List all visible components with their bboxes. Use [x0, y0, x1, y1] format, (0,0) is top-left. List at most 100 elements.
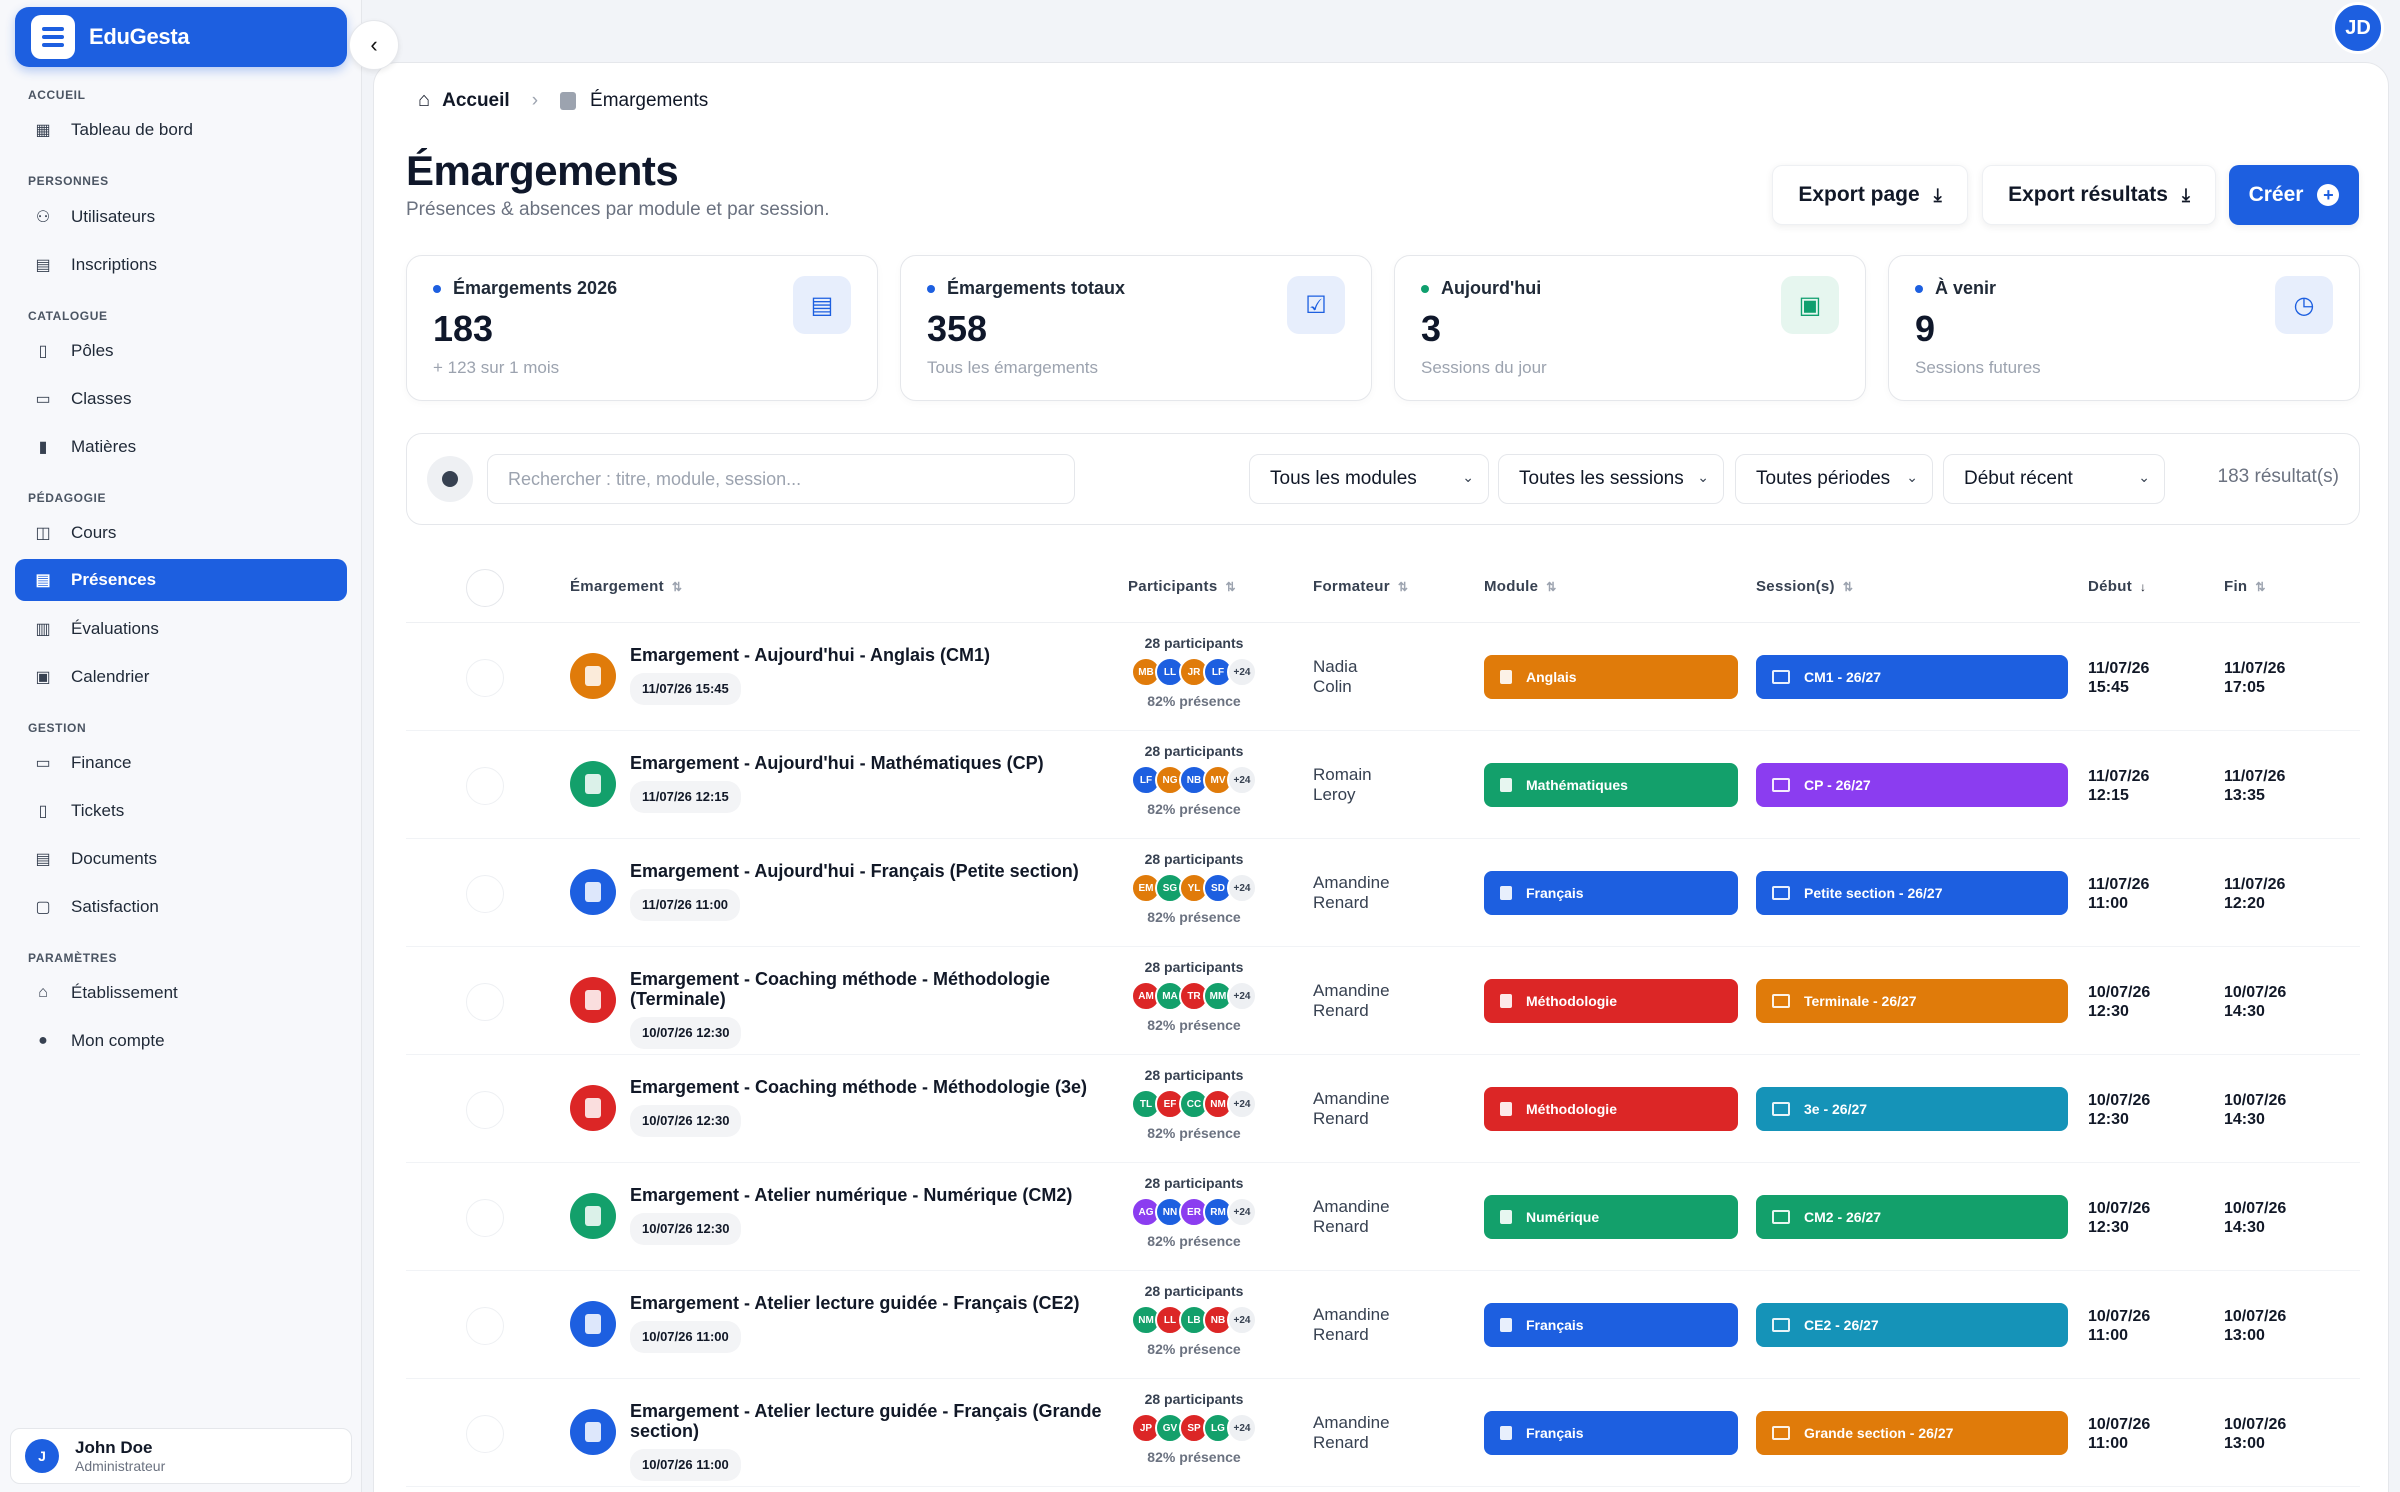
- sidebar-item-etablissement[interactable]: ⌂ Établissement: [15, 972, 347, 1014]
- create-button[interactable]: Créer +: [2229, 165, 2359, 225]
- clipboard-icon: ▤: [35, 572, 51, 589]
- board-icon: [1772, 778, 1790, 792]
- col-module[interactable]: Module ⇅: [1484, 578, 1557, 595]
- col-emargement[interactable]: Émargement ⇅: [570, 578, 682, 595]
- sidebar-item-tickets[interactable]: ▯ Tickets: [15, 790, 347, 832]
- emargement-title[interactable]: Emargement - Aujourd'hui - Anglais (CM1)…: [630, 645, 1110, 705]
- emargement-title[interactable]: Emargement - Coaching méthode - Méthodol…: [630, 1077, 1110, 1137]
- status-dot: [1421, 284, 1429, 293]
- module-chip[interactable]: Anglais: [1484, 655, 1738, 699]
- row-checkbox[interactable]: [466, 1415, 504, 1453]
- session-chip[interactable]: Grande section - 26/27: [1756, 1411, 2068, 1455]
- sidebar-item-finance[interactable]: ▭ Finance: [15, 742, 347, 784]
- table-row[interactable]: Emargement - Aujourd'hui - Anglais (CM1)…: [406, 623, 2360, 731]
- table-row[interactable]: Emargement - Coaching méthode - Méthodol…: [406, 947, 2360, 1055]
- clipboard-icon: [570, 1409, 616, 1455]
- clipboard-icon: [570, 1085, 616, 1131]
- sidebar-item-cours[interactable]: ◫ Cours: [15, 512, 347, 554]
- collapse-sidebar-button[interactable]: ‹: [349, 20, 399, 70]
- nav-section-personnes: PERSONNES: [28, 174, 109, 188]
- table-row[interactable]: Emargement - Aujourd'hui - Mathématiques…: [406, 731, 2360, 839]
- col-fin[interactable]: Fin ⇅: [2224, 578, 2266, 595]
- emargement-title[interactable]: Emargement - Atelier lecture guidée - Fr…: [630, 1293, 1110, 1353]
- sidebar-item-presences[interactable]: ▤ Présences: [15, 559, 347, 601]
- nav-section-parametres: PARAMÈTRES: [28, 951, 118, 965]
- sidebar-item-evaluations[interactable]: ▥ Évaluations: [15, 608, 347, 650]
- emargement-title[interactable]: Emargement - Aujourd'hui - Mathématiques…: [630, 753, 1110, 813]
- sidebar-item-poles[interactable]: ▯ Pôles: [15, 330, 347, 372]
- col-participants[interactable]: Participants ⇅: [1128, 578, 1236, 595]
- current-user-card[interactable]: J John Doe Administrateur: [10, 1428, 352, 1484]
- sort-icon: ⇅: [1842, 580, 1854, 594]
- module-chip[interactable]: Français: [1484, 1303, 1738, 1347]
- module-chip[interactable]: Français: [1484, 871, 1738, 915]
- search-input[interactable]: [487, 454, 1075, 504]
- emargement-date-badge: 10/07/26 12:30: [630, 1105, 742, 1137]
- module-chip[interactable]: Méthodologie: [1484, 979, 1738, 1023]
- emargement-title[interactable]: Emargement - Aujourd'hui - Français (Pet…: [630, 861, 1110, 921]
- presence-rate: 82% présence: [1147, 1017, 1241, 1033]
- sidebar-item-documents[interactable]: ▤ Documents: [15, 838, 347, 880]
- session-chip[interactable]: CM2 - 26/27: [1756, 1195, 2068, 1239]
- export-page-button[interactable]: Export page ⤓: [1772, 165, 1968, 225]
- sidebar-item-satisfaction[interactable]: ▢ Satisfaction: [15, 886, 347, 928]
- sidebar-item-utilisateurs[interactable]: ⚇ Utilisateurs: [15, 196, 347, 238]
- row-checkbox[interactable]: [466, 983, 504, 1021]
- row-checkbox[interactable]: [466, 1307, 504, 1345]
- avatar-group: JP GV SP LG +24: [1124, 1413, 1264, 1443]
- session-chip[interactable]: CE2 - 26/27: [1756, 1303, 2068, 1347]
- col-debut[interactable]: Début ↓: [2088, 578, 2146, 595]
- session-chip[interactable]: Petite section - 26/27: [1756, 871, 2068, 915]
- sidebar-item-matieres[interactable]: ▮ Matières: [15, 426, 347, 468]
- filter-toggle-button[interactable]: [427, 456, 473, 502]
- table-row[interactable]: Emargement - Aujourd'hui - Français (Pet…: [406, 839, 2360, 947]
- sort-select[interactable]: Début récent ⌄: [1943, 454, 2165, 504]
- sidebar-item-mon-compte[interactable]: ● Mon compte: [15, 1020, 347, 1062]
- row-checkbox[interactable]: [466, 875, 504, 913]
- filter-bar: Tous les modules⌄ Toutes les sessions⌄ T…: [406, 433, 2360, 525]
- table-row[interactable]: Emargement - Atelier lecture guidée - Fr…: [406, 1379, 2360, 1487]
- checklist-icon: ☑: [1287, 276, 1345, 334]
- table-row[interactable]: Emargement - Atelier lecture guidée - Fr…: [406, 1271, 2360, 1379]
- session-chip[interactable]: 3e - 26/27: [1756, 1087, 2068, 1131]
- profile-avatar[interactable]: JD: [2332, 2, 2384, 54]
- module-chip[interactable]: Numérique: [1484, 1195, 1738, 1239]
- export-results-button[interactable]: Export résultats ⤓: [1982, 165, 2216, 225]
- breadcrumb-home[interactable]: Accueil: [442, 90, 510, 112]
- brand-logo-button[interactable]: EduGesta: [15, 7, 347, 67]
- chevron-right-icon: ›: [531, 89, 539, 111]
- module-select[interactable]: Tous les modules ⌄: [1249, 454, 1489, 504]
- book-icon: [1500, 670, 1512, 684]
- table-row[interactable]: Emargement - Atelier numérique - Numériq…: [406, 1163, 2360, 1271]
- board-icon: [1772, 1102, 1790, 1116]
- more-participants-badge: +24: [1227, 765, 1257, 795]
- stat-card-a-venir: À venir 9 Sessions futures ◷: [1888, 255, 2360, 401]
- row-checkbox[interactable]: [466, 767, 504, 805]
- select-all-checkbox[interactable]: [466, 569, 504, 607]
- session-chip[interactable]: CP - 26/27: [1756, 763, 2068, 807]
- session-chip[interactable]: Terminale - 26/27: [1756, 979, 2068, 1023]
- dot-icon: [442, 471, 458, 487]
- sidebar-item-inscriptions[interactable]: ▤ Inscriptions: [15, 244, 347, 286]
- row-checkbox[interactable]: [466, 1091, 504, 1129]
- sidebar-item-tableau-de-bord[interactable]: ▦ Tableau de bord: [15, 109, 347, 151]
- sidebar-item-calendrier[interactable]: ▣ Calendrier: [15, 656, 347, 698]
- period-select[interactable]: Toutes périodes ⌄: [1735, 454, 1933, 504]
- chevron-left-icon: ‹: [370, 32, 378, 57]
- end-datetime: 11/07/26 12:20: [2224, 876, 2286, 912]
- session-chip[interactable]: CM1 - 26/27: [1756, 655, 2068, 699]
- sidebar-item-classes[interactable]: ▭ Classes: [15, 378, 347, 420]
- emargement-title[interactable]: Emargement - Atelier numérique - Numériq…: [630, 1185, 1110, 1245]
- module-chip[interactable]: Mathématiques: [1484, 763, 1738, 807]
- module-chip[interactable]: Méthodologie: [1484, 1087, 1738, 1131]
- page-subtitle: Présences & absences par module et par s…: [406, 199, 830, 220]
- emargement-title[interactable]: Emargement - Atelier lecture guidée - Fr…: [630, 1401, 1110, 1481]
- session-select[interactable]: Toutes les sessions ⌄: [1498, 454, 1724, 504]
- module-chip[interactable]: Français: [1484, 1411, 1738, 1455]
- emargement-title[interactable]: Emargement - Coaching méthode - Méthodol…: [630, 969, 1110, 1049]
- col-sessions[interactable]: Session(s) ⇅: [1756, 578, 1853, 595]
- col-formateur[interactable]: Formateur ⇅: [1313, 578, 1408, 595]
- row-checkbox[interactable]: [466, 659, 504, 697]
- row-checkbox[interactable]: [466, 1199, 504, 1237]
- table-row[interactable]: Emargement - Coaching méthode - Méthodol…: [406, 1055, 2360, 1163]
